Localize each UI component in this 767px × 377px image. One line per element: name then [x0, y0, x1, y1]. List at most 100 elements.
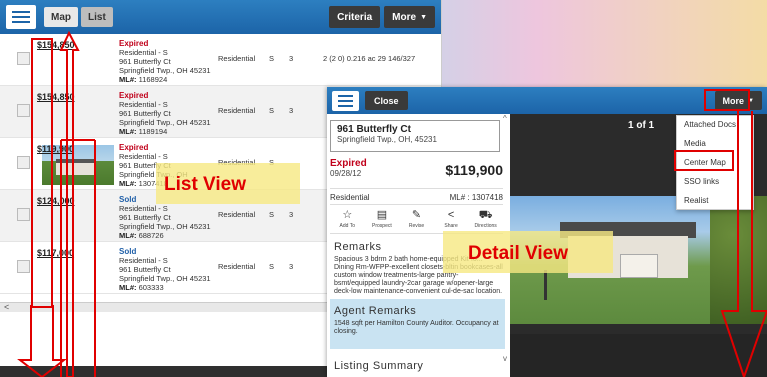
- prospect-button[interactable]: ▤ Prospect: [365, 205, 400, 233]
- mailbox-shape: [544, 270, 547, 300]
- house-shape: [56, 159, 96, 175]
- row-ml-label: ML#:: [119, 75, 137, 84]
- more-button[interactable]: More ▼: [384, 6, 435, 28]
- row-city: Springfield Twp., OH 45231: [119, 274, 211, 283]
- wrench-icon: ✎: [411, 208, 422, 221]
- menu-item-sso-links[interactable]: SSO links: [677, 173, 753, 192]
- action-label: Directions: [474, 222, 497, 229]
- table-row[interactable]: $154,850 Expired Residential - S 961 But…: [0, 34, 441, 86]
- row-class: Residential - S: [119, 204, 168, 213]
- detail-toolbar: Close More ▼: [327, 87, 767, 114]
- car-icon: ⛟: [478, 208, 493, 221]
- row-type: Residential: [218, 210, 256, 219]
- row-type: Residential: [218, 106, 256, 115]
- row-checkbox[interactable]: [17, 156, 30, 169]
- list-view-annotation-text: List View: [164, 174, 247, 195]
- address-line-1: 961 Butterfly Ct: [337, 124, 411, 135]
- row-bedrooms: 3: [289, 106, 294, 115]
- row-s: S: [269, 106, 275, 115]
- menu-item-attached-docs[interactable]: Attached Docs: [677, 116, 753, 135]
- list-toggle-button[interactable]: List: [81, 7, 113, 27]
- row-city: Springfield Twp., OH 45231: [119, 66, 211, 75]
- action-bar: ☆ Add To ▤ Prospect ✎ Revise < Share ⛟ D…: [330, 204, 503, 234]
- row-ml-number: 688726: [138, 231, 164, 240]
- row-info: Expired Residential - S 961 Butterfly Ct…: [119, 91, 211, 136]
- row-address: 961 Butterfly Ct: [119, 57, 171, 66]
- row-bedrooms: 3: [289, 262, 294, 271]
- row-s: S: [269, 210, 275, 219]
- row-status: Expired: [119, 91, 149, 100]
- row-info: Sold Residential - S 961 Butterfly Ct Sp…: [119, 247, 211, 292]
- menu-item-realist[interactable]: Realist: [677, 192, 753, 211]
- row-class: Residential - S: [119, 256, 168, 265]
- revise-button[interactable]: ✎ Revise: [399, 205, 434, 233]
- card-icon: ▤: [376, 208, 388, 221]
- row-class: Residential - S: [119, 48, 168, 57]
- row-ml-label: ML#:: [119, 283, 137, 292]
- row-s: S: [269, 54, 275, 63]
- action-label: Revise: [408, 222, 425, 229]
- action-label: Share: [444, 222, 458, 229]
- list-toolbar: Map List Criteria More ▼: [0, 0, 441, 34]
- row-ml-number: 1168924: [138, 75, 168, 84]
- map-toggle-button[interactable]: Map: [44, 7, 78, 27]
- share-button[interactable]: < Share: [434, 205, 469, 233]
- row-bedrooms: 3: [289, 54, 294, 63]
- row-ml: ML#: 688726: [119, 231, 211, 240]
- agent-remarks-heading: Agent Remarks: [334, 305, 417, 317]
- row-extra: 2 (2 0) 0.216 ac 29 146/327: [323, 54, 416, 63]
- row-address: 961 Butterfly Ct: [119, 265, 171, 274]
- address-box: 961 Butterfly Ct Springfield Twp., OH, 4…: [330, 120, 500, 152]
- row-city: Springfield Twp., OH 45231: [119, 118, 211, 127]
- row-type: Residential: [218, 262, 256, 271]
- menu-icon[interactable]: [332, 90, 359, 111]
- photo-footer: [510, 334, 767, 377]
- row-checkbox[interactable]: [17, 260, 30, 273]
- status-row: Expired 09/28/12 $119,900: [330, 158, 503, 186]
- agent-remarks-text: 1548 sqft per Hamilton County Auditor. O…: [334, 320, 499, 335]
- detail-ml: ML# : 1307418: [449, 193, 503, 202]
- row-ml-number: 1189194: [138, 127, 168, 136]
- scroll-up-icon[interactable]: ^: [503, 114, 507, 123]
- row-status: Expired: [119, 143, 149, 152]
- row-ml-label: ML#:: [119, 179, 137, 188]
- row-class: Residential - S: [119, 152, 168, 161]
- row-s: S: [269, 262, 275, 271]
- add-to-button[interactable]: ☆ Add To: [330, 205, 365, 233]
- highlight-price-column: [31, 38, 53, 308]
- address-line-2: Springfield Twp., OH, 45231: [337, 135, 437, 144]
- row-ml-label: ML#:: [119, 231, 137, 240]
- share-icon: <: [447, 208, 455, 221]
- row-checkbox[interactable]: [17, 208, 30, 221]
- row-checkbox[interactable]: [17, 104, 30, 117]
- action-label: Add To: [339, 222, 356, 229]
- agent-remarks-box: Agent Remarks 1548 sqft per Hamilton Cou…: [330, 299, 505, 349]
- directions-button[interactable]: ⛟ Directions: [468, 205, 503, 233]
- listing-summary-heading: Listing Summary: [334, 360, 424, 372]
- row-checkbox[interactable]: [17, 52, 30, 65]
- row-ml-number: 603333: [138, 283, 164, 292]
- remarks-heading: Remarks: [334, 241, 382, 253]
- detail-type: Residential: [330, 193, 370, 202]
- row-ml: ML#: 1168924: [119, 75, 211, 84]
- type-row: Residential ML# : 1307418: [330, 188, 503, 202]
- row-ml: ML#: 603333: [119, 283, 211, 292]
- star-icon: ☆: [342, 208, 353, 221]
- photo-counter: 1 of 1: [628, 120, 655, 131]
- row-status: Sold: [119, 247, 137, 256]
- criteria-button[interactable]: Criteria: [329, 6, 381, 28]
- close-button[interactable]: Close: [365, 91, 408, 110]
- detail-view-annotation-text: Detail View: [468, 243, 568, 264]
- menu-icon[interactable]: [6, 5, 36, 29]
- row-bedrooms: 3: [289, 210, 294, 219]
- scroll-left-icon[interactable]: <: [4, 302, 9, 312]
- row-type: Residential: [218, 54, 256, 63]
- row-class: Residential - S: [119, 100, 168, 109]
- row-city: Springfield Twp., OH 45231: [119, 222, 211, 231]
- more-button-label: More: [392, 11, 417, 23]
- row-ml-label: ML#:: [119, 127, 137, 136]
- scroll-down-icon[interactable]: v: [503, 354, 507, 363]
- garage-door-shape: [620, 254, 658, 278]
- row-ml: ML#: 1189194: [119, 127, 211, 136]
- row-status: Expired: [119, 39, 149, 48]
